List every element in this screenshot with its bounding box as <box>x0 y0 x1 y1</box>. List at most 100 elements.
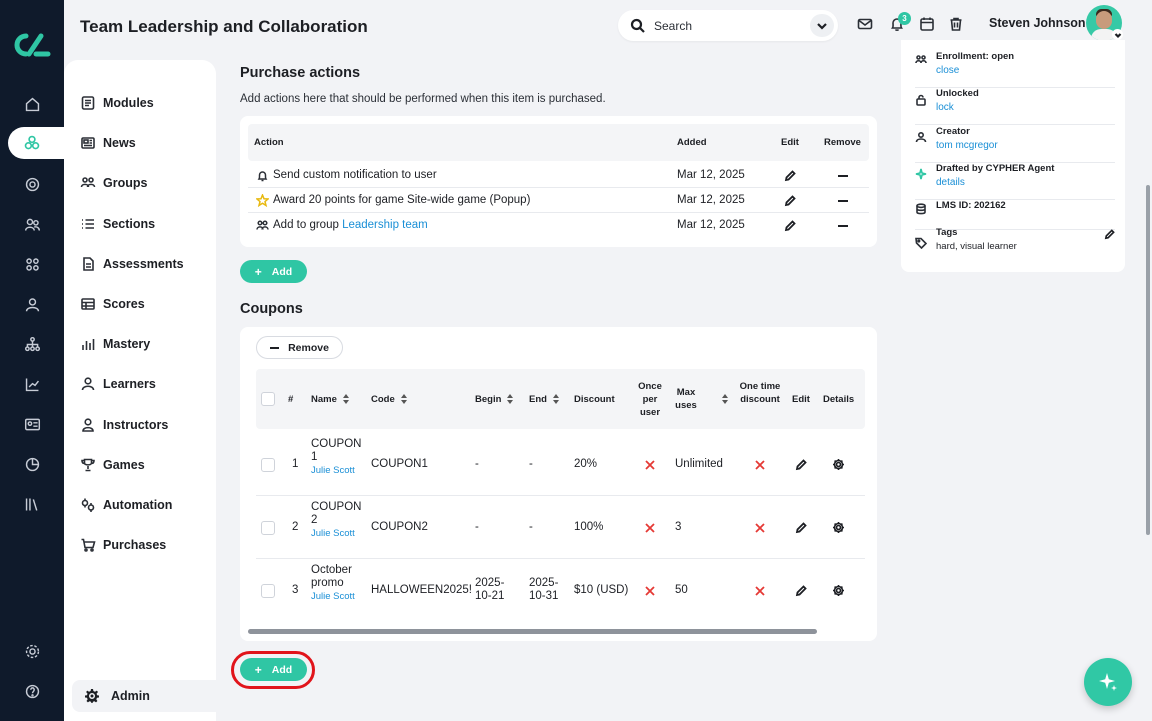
automation-icon <box>81 498 95 512</box>
home-icon[interactable] <box>22 94 42 114</box>
sidebar-item-instructors[interactable]: Instructors <box>80 414 168 436</box>
select-all-checkbox[interactable] <box>261 392 275 406</box>
coupons-table-header: # Name Code Begin End Discount Once per … <box>256 369 865 429</box>
vertical-scrollbar[interactable] <box>1146 185 1150 535</box>
chevron-down-icon[interactable] <box>1112 29 1123 40</box>
people-icon[interactable] <box>22 214 42 234</box>
sidebar-item-games[interactable]: Games <box>80 454 145 476</box>
coupon-author-link[interactable]: Julie Scott <box>311 590 361 603</box>
sidebar-item-scores[interactable]: Scores <box>80 293 145 315</box>
edit-icon[interactable] <box>795 521 807 534</box>
ai-assistant-button[interactable] <box>1084 658 1132 706</box>
sparkle-icon <box>1099 673 1117 691</box>
horizontal-scrollbar[interactable] <box>248 629 817 634</box>
col-end[interactable]: End <box>529 393 559 406</box>
sidebar-item-purchases[interactable]: Purchases <box>80 534 166 556</box>
sidebar-item-modules[interactable]: Modules <box>80 92 154 114</box>
lms-id-item: LMS ID: 202162 <box>915 200 1115 230</box>
search-dropdown-button[interactable] <box>810 14 834 37</box>
col-remove: Remove <box>824 137 861 148</box>
search-placeholder: Search <box>654 18 693 33</box>
coupon-author-link[interactable]: Julie Scott <box>311 464 361 477</box>
action-text: Add to group Leadership team <box>273 219 428 231</box>
bell-icon <box>256 169 269 182</box>
remove-icon[interactable] <box>838 175 848 177</box>
games-icon <box>81 458 95 472</box>
user-name[interactable]: Steven Johnson <box>989 16 1086 30</box>
remove-icon[interactable] <box>838 200 848 202</box>
edit-icon[interactable] <box>1104 227 1115 240</box>
col-once-per-user: Once per user <box>638 381 662 418</box>
apps-icon[interactable] <box>22 254 42 274</box>
edit-icon[interactable] <box>784 169 796 182</box>
edit-icon[interactable] <box>784 194 796 207</box>
settings-icon[interactable] <box>22 641 42 661</box>
edit-icon[interactable] <box>795 458 807 471</box>
col-name[interactable]: Name <box>311 393 349 406</box>
app-rail <box>0 0 78 721</box>
action-text: Send custom notification to user <box>273 169 437 181</box>
tags-label: Tags <box>936 227 958 238</box>
action-date: Mar 12, 2025 <box>677 219 745 231</box>
trash-icon[interactable] <box>948 16 966 34</box>
sidebar-item-sections[interactable]: Sections <box>80 213 155 235</box>
gear-icon[interactable] <box>832 458 845 471</box>
coupon-name-text: October promo <box>311 564 352 589</box>
sparkle-icon <box>915 167 927 180</box>
user-icon[interactable] <box>22 294 42 314</box>
row-checkbox[interactable] <box>261 458 275 472</box>
sidebar-item-automation[interactable]: Automation <box>80 494 172 516</box>
admin-button[interactable]: Admin <box>72 680 216 712</box>
row-checkbox[interactable] <box>261 584 275 598</box>
search-input[interactable]: Search <box>618 10 838 41</box>
lock-toggle-link[interactable]: lock <box>936 102 954 113</box>
lock-item: Unlocked lock <box>915 88 1115 125</box>
col-added: Added <box>677 137 707 148</box>
hierarchy-icon[interactable] <box>22 334 42 354</box>
sidebar-item-mastery[interactable]: Mastery <box>80 333 150 355</box>
remove-label: Remove <box>288 341 329 354</box>
coupon-max-uses: 50 <box>675 584 688 596</box>
table-row: Award 20 points for game Site-wide game … <box>248 188 869 213</box>
id-card-icon[interactable] <box>22 414 42 434</box>
assessments-icon <box>83 257 94 271</box>
coupon-num: 1 <box>292 458 299 470</box>
tags-value: hard, visual learner <box>936 241 1017 252</box>
agent-details-link[interactable]: details <box>936 177 965 188</box>
sidebar-item-learners[interactable]: Learners <box>80 373 156 395</box>
col-code[interactable]: Code <box>371 393 407 406</box>
edit-icon[interactable] <box>784 219 796 232</box>
enrollment-toggle-link[interactable]: close <box>936 65 959 76</box>
lock-icon <box>915 93 927 106</box>
app-logo[interactable] <box>12 30 52 60</box>
pie-chart-icon[interactable] <box>22 454 42 474</box>
close-icon <box>754 521 766 533</box>
group-link[interactable]: Leadership team <box>342 219 428 231</box>
coupon-author-link[interactable]: Julie Scott <box>311 527 361 540</box>
remove-icon[interactable] <box>838 225 848 227</box>
target-icon[interactable] <box>22 174 42 194</box>
row-checkbox[interactable] <box>261 521 275 535</box>
sidebar-item-groups[interactable]: Groups <box>80 172 147 194</box>
coupon-name: COUPON 1 Julie Scott <box>311 438 361 477</box>
add-action-button[interactable]: + Add <box>240 260 307 283</box>
edit-icon[interactable] <box>795 584 807 597</box>
remove-coupon-button[interactable]: Remove <box>256 336 343 359</box>
creator-link[interactable]: tom mcgregor <box>936 140 998 151</box>
coupon-begin: - <box>475 521 479 533</box>
table-row: Add to group Leadership team Mar 12, 202… <box>248 213 869 238</box>
help-icon[interactable] <box>22 681 42 701</box>
action-text: Award 20 points for game Site-wide game … <box>273 194 530 206</box>
gear-icon[interactable] <box>832 584 845 597</box>
calendar-icon[interactable] <box>919 16 937 34</box>
library-icon[interactable] <box>22 494 42 514</box>
col-one-time-discount: One time discount <box>739 381 781 405</box>
mail-icon[interactable] <box>857 16 875 34</box>
trend-icon[interactable] <box>22 374 42 394</box>
max-uses-sort[interactable] <box>716 393 728 406</box>
sidebar-item-assessments[interactable]: Assessments <box>80 253 184 275</box>
col-begin[interactable]: Begin <box>475 393 514 406</box>
gear-icon[interactable] <box>832 521 845 534</box>
sidebar-item-news[interactable]: News <box>80 132 136 154</box>
search-icon <box>630 18 645 33</box>
